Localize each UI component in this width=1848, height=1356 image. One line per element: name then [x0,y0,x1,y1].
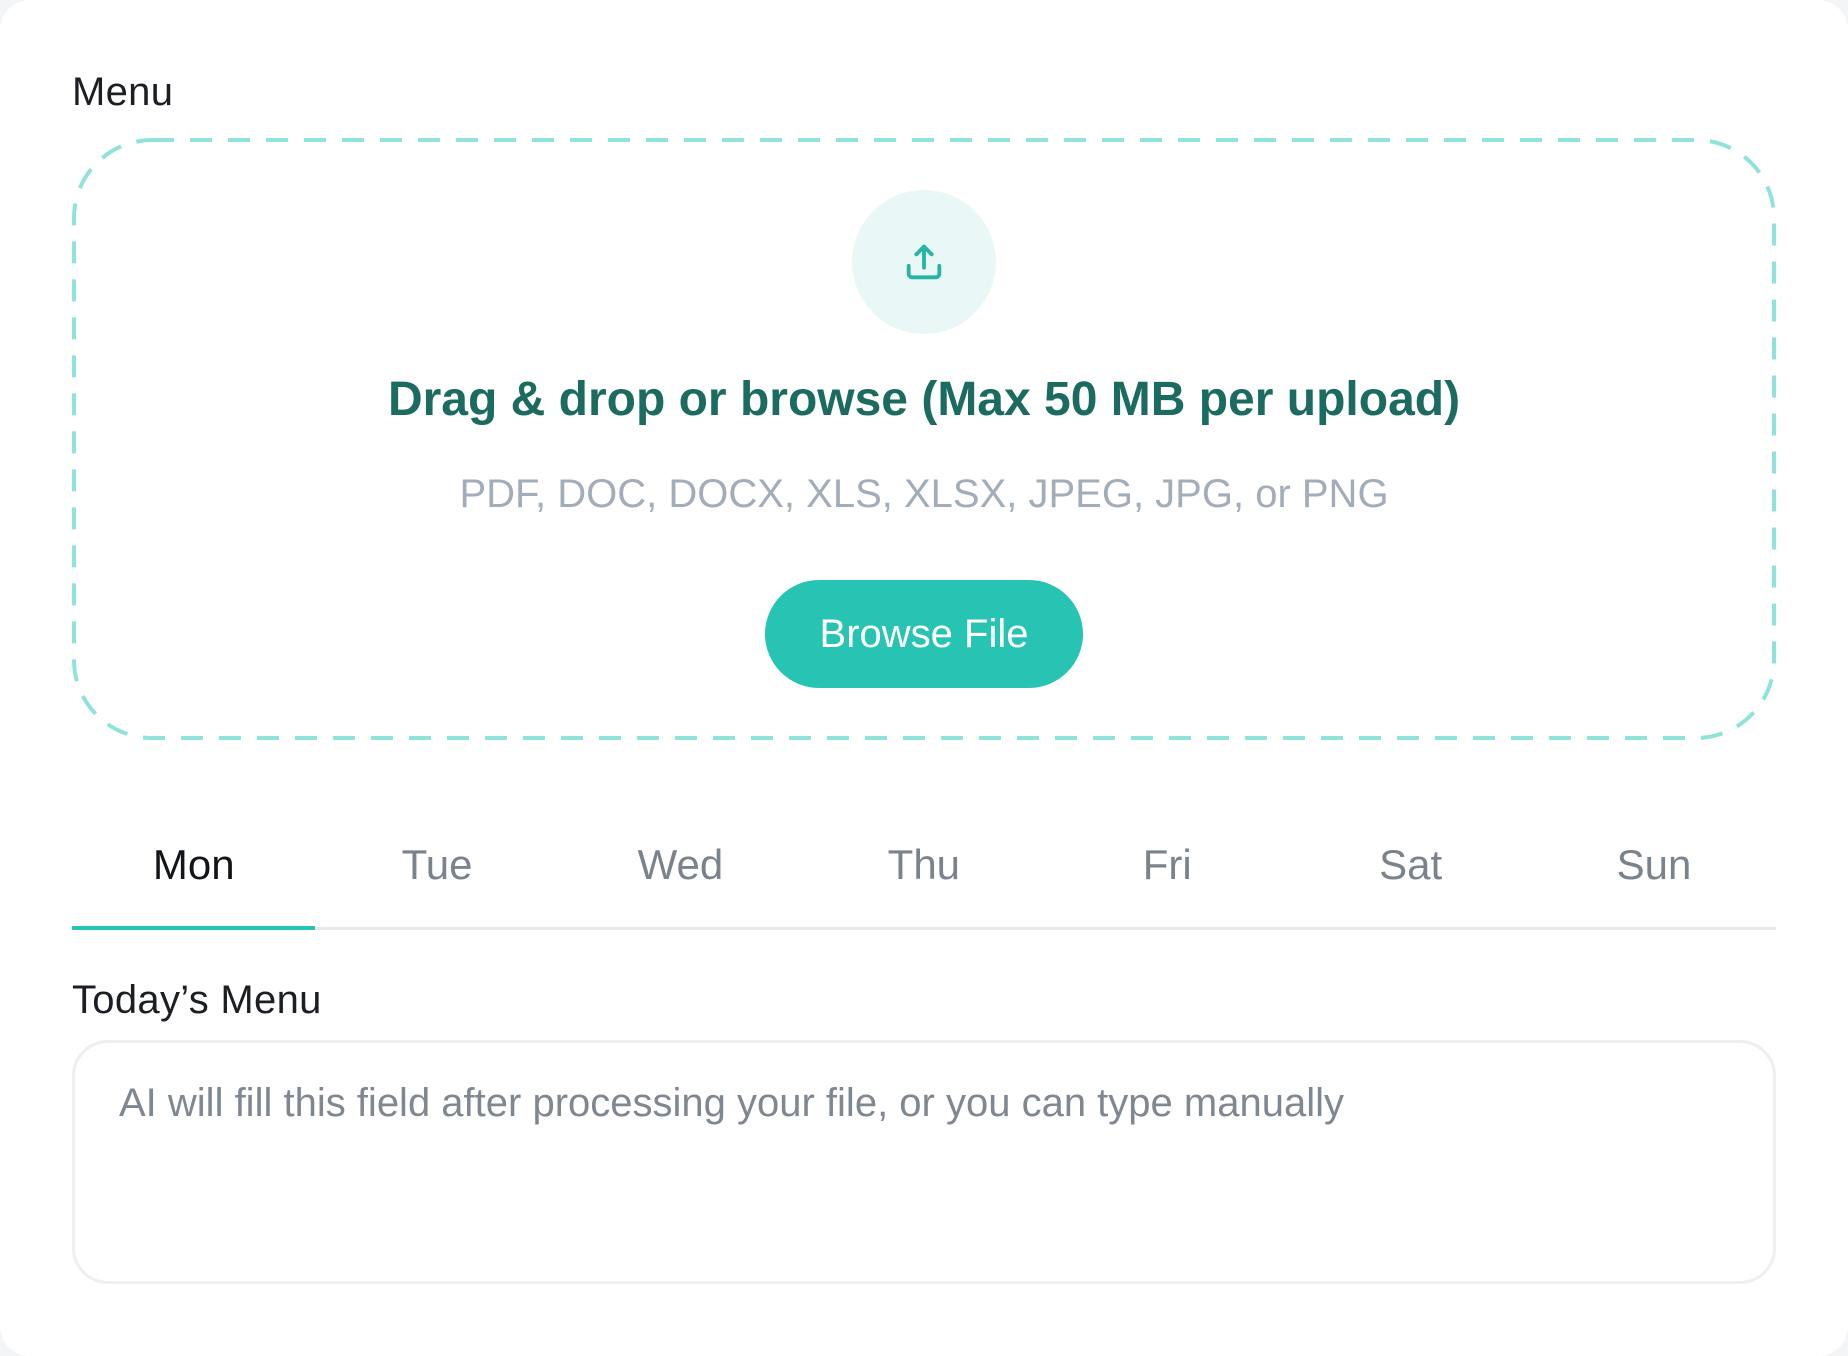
upload-icon-circle [852,190,996,334]
menu-upload-card: Menu Drag & drop or browse (Max 50 MB pe… [0,0,1848,1356]
tab-thu[interactable]: Thu [802,800,1045,930]
tabs-divider [72,927,1776,930]
dropzone-title: Drag & drop or browse (Max 50 MB per upl… [387,373,1461,426]
menu-section-label: Menu [72,70,174,114]
tab-sun[interactable]: Sun [1532,800,1775,930]
browse-file-button[interactable]: Browse File [765,580,1083,688]
tab-wed[interactable]: Wed [559,800,802,930]
upload-icon [906,244,942,280]
file-dropzone[interactable]: Drag & drop or browse (Max 50 MB per upl… [72,138,1776,740]
todays-menu-label: Today’s Menu [72,978,322,1022]
tab-sat[interactable]: Sat [1289,800,1532,930]
accepted-formats-text: PDF, DOC, DOCX, XLS, XLSX, JPEG, JPG, or… [459,472,1389,516]
day-tabs: Mon Tue Wed Thu Fri Sat Sun [72,800,1776,930]
tab-tue[interactable]: Tue [315,800,558,930]
todays-menu-textarea[interactable] [72,1040,1776,1284]
tab-mon[interactable]: Mon [72,800,316,930]
tab-fri[interactable]: Fri [1046,800,1289,930]
